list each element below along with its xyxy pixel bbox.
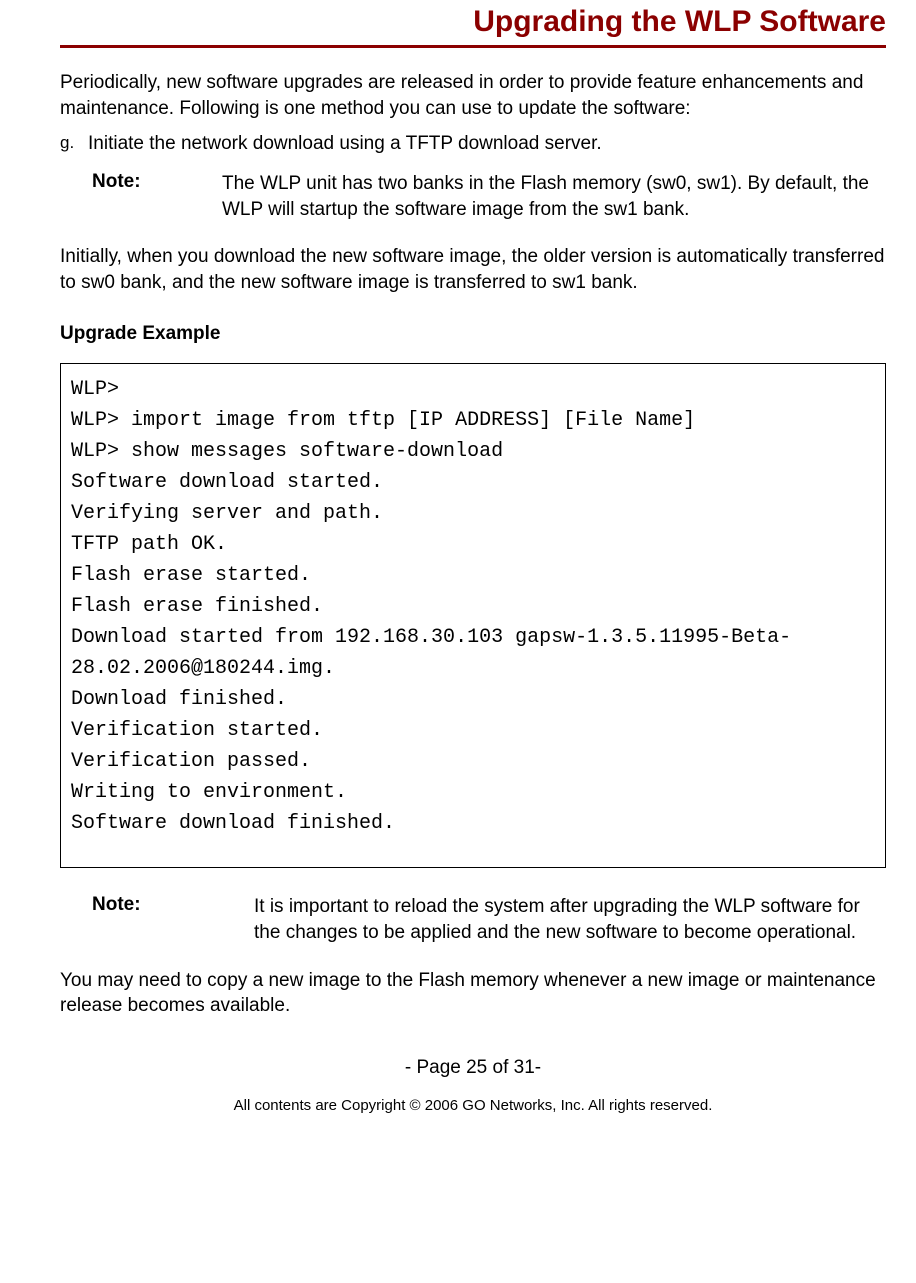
code-line: Writing to environment.: [71, 777, 875, 808]
code-line: Flash erase started.: [71, 560, 875, 591]
code-line: Verification started.: [71, 715, 875, 746]
code-line: WLP>: [71, 374, 875, 405]
page-title: Upgrading the WLP Software: [60, 5, 886, 48]
document-page: Upgrading the WLP Software Periodically,…: [0, 5, 916, 1134]
code-line: Verifying server and path.: [71, 498, 875, 529]
code-line: Verification passed.: [71, 746, 875, 777]
body-paragraph: You may need to copy a new image to the …: [60, 968, 886, 1019]
page-number: - Page 25 of 31-: [60, 1057, 886, 1079]
note-text: It is important to reload the system aft…: [254, 894, 886, 945]
code-example-box: WLP> WLP> import image from tftp [IP ADD…: [60, 363, 886, 868]
code-line: Download finished.: [71, 684, 875, 715]
code-line: TFTP path OK.: [71, 529, 875, 560]
note-label: Note:: [92, 171, 222, 222]
note-block: Note: The WLP unit has two banks in the …: [92, 171, 886, 222]
body-paragraph: Initially, when you download the new sof…: [60, 244, 886, 295]
list-marker: g.: [60, 131, 88, 157]
code-line: Software download finished.: [71, 808, 875, 839]
note-text: The WLP unit has two banks in the Flash …: [222, 171, 886, 222]
section-heading: Upgrade Example: [60, 323, 886, 345]
code-line: WLP> show messages software-download: [71, 436, 875, 467]
code-line: WLP> import image from tftp [IP ADDRESS]…: [71, 405, 875, 436]
list-item-text: Initiate the network download using a TF…: [88, 131, 886, 157]
copyright-text: All contents are Copyright © 2006 GO Net…: [60, 1097, 886, 1114]
code-line: Software download started.: [71, 467, 875, 498]
note-label: Note:: [60, 894, 254, 945]
code-line: Download started from 192.168.30.103 gap…: [71, 622, 875, 684]
ordered-list-item: g. Initiate the network download using a…: [60, 131, 886, 157]
intro-paragraph: Periodically, new software upgrades are …: [60, 70, 886, 121]
note-block: Note: It is important to reload the syst…: [60, 894, 886, 945]
code-line: Flash erase finished.: [71, 591, 875, 622]
page-footer: - Page 25 of 31- All contents are Copyri…: [60, 1057, 886, 1114]
